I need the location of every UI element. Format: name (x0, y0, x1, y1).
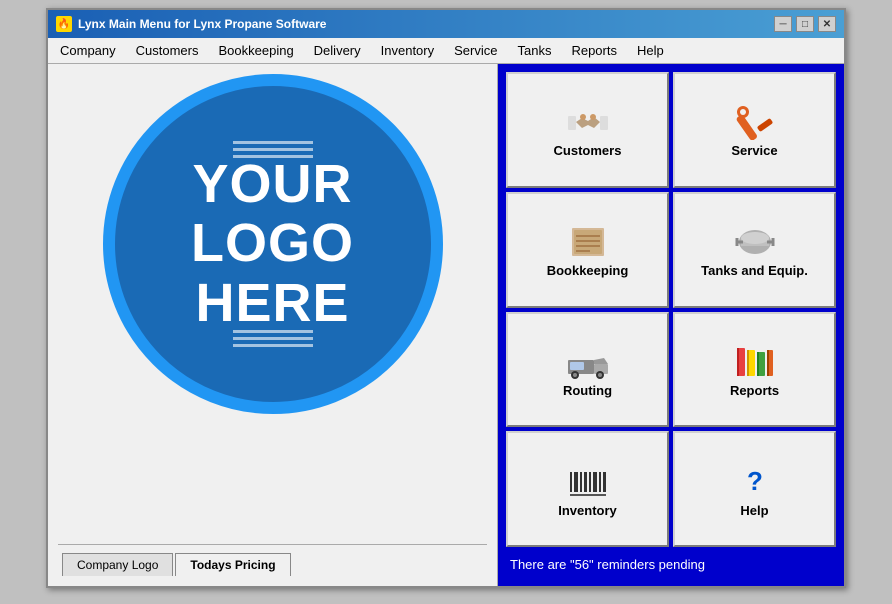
logo-line-2 (233, 148, 313, 151)
btn-customers[interactable]: Customers (506, 72, 669, 188)
logo-text: YOUR LOGO HERE (191, 155, 354, 333)
menu-tanks[interactable]: Tanks (507, 38, 561, 63)
app-icon: 🔥 (56, 16, 72, 32)
inventory-label: Inventory (558, 503, 617, 518)
menu-service[interactable]: Service (444, 38, 507, 63)
reminders-bar: There are "56" reminders pending (506, 551, 836, 578)
window-controls: ─ □ ✕ (774, 16, 836, 32)
maximize-button[interactable]: □ (796, 16, 814, 32)
logo-line-logo: LOGO (191, 214, 354, 273)
logo-line-your: YOUR (191, 155, 354, 214)
reports-icon (733, 343, 777, 381)
customers-label: Customers (554, 143, 622, 158)
reminders-text: There are "56" reminders pending (510, 557, 705, 572)
help-icon: ? (733, 463, 777, 501)
tab-todays-pricing[interactable]: Todays Pricing (175, 553, 290, 576)
minimize-button[interactable]: ─ (774, 16, 792, 32)
routing-icon (566, 343, 610, 381)
bookkeeping-icon (566, 223, 610, 261)
inventory-icon (566, 463, 610, 501)
logo-circle: YOUR LOGO HERE (103, 74, 443, 414)
menu-delivery[interactable]: Delivery (304, 38, 371, 63)
menu-reports[interactable]: Reports (561, 38, 627, 63)
service-icon (733, 103, 777, 141)
routing-svg (566, 344, 610, 380)
bottom-tabs: Company Logo Todays Pricing (58, 544, 487, 576)
menu-inventory[interactable]: Inventory (371, 38, 444, 63)
menu-bar: Company Customers Bookkeeping Delivery I… (48, 38, 844, 64)
button-grid: Customers Service (506, 72, 836, 547)
logo-panel: YOUR LOGO HERE Company Logo Todays Prici… (48, 64, 498, 586)
window-title: Lynx Main Menu for Lynx Propane Software (78, 17, 774, 31)
btn-routing[interactable]: Routing (506, 312, 669, 428)
tanks-svg (733, 224, 777, 260)
logo-line-1 (233, 141, 313, 144)
logo-line-3 (233, 155, 313, 158)
menu-help[interactable]: Help (627, 38, 674, 63)
btn-bookkeeping[interactable]: Bookkeeping (506, 192, 669, 308)
menu-customers[interactable]: Customers (126, 38, 209, 63)
bookkeeping-label: Bookkeeping (547, 263, 629, 278)
customers-svg (566, 104, 610, 140)
reports-svg (733, 344, 777, 380)
routing-label: Routing (563, 383, 612, 398)
logo-line-5 (233, 337, 313, 340)
btn-tanks[interactable]: Tanks and Equip. (673, 192, 836, 308)
right-panel: Customers Service (498, 64, 844, 586)
close-button[interactable]: ✕ (818, 16, 836, 32)
logo-line-6 (233, 344, 313, 347)
btn-inventory[interactable]: Inventory (506, 431, 669, 547)
btn-service[interactable]: Service (673, 72, 836, 188)
help-svg: ? (733, 464, 777, 500)
menu-company[interactable]: Company (50, 38, 126, 63)
svg-text:?: ? (747, 466, 763, 496)
logo-lines-bottom (233, 330, 313, 347)
reports-label: Reports (730, 383, 779, 398)
logo-line-4 (233, 330, 313, 333)
help-label: Help (740, 503, 768, 518)
menu-bookkeeping[interactable]: Bookkeeping (209, 38, 304, 63)
customers-icon (566, 103, 610, 141)
logo-line-here: HERE (191, 274, 354, 333)
title-bar: 🔥 Lynx Main Menu for Lynx Propane Softwa… (48, 10, 844, 38)
main-window: 🔥 Lynx Main Menu for Lynx Propane Softwa… (46, 8, 846, 588)
main-content: YOUR LOGO HERE Company Logo Todays Prici… (48, 64, 844, 586)
logo-lines-top (233, 141, 313, 158)
service-label: Service (731, 143, 777, 158)
tanks-icon (733, 223, 777, 261)
btn-reports[interactable]: Reports (673, 312, 836, 428)
tab-company-logo[interactable]: Company Logo (62, 553, 173, 576)
inventory-svg (566, 464, 610, 500)
btn-help[interactable]: ? Help (673, 431, 836, 547)
tanks-label: Tanks and Equip. (701, 263, 808, 278)
bookkeeping-svg (566, 224, 610, 260)
service-svg (733, 104, 777, 140)
